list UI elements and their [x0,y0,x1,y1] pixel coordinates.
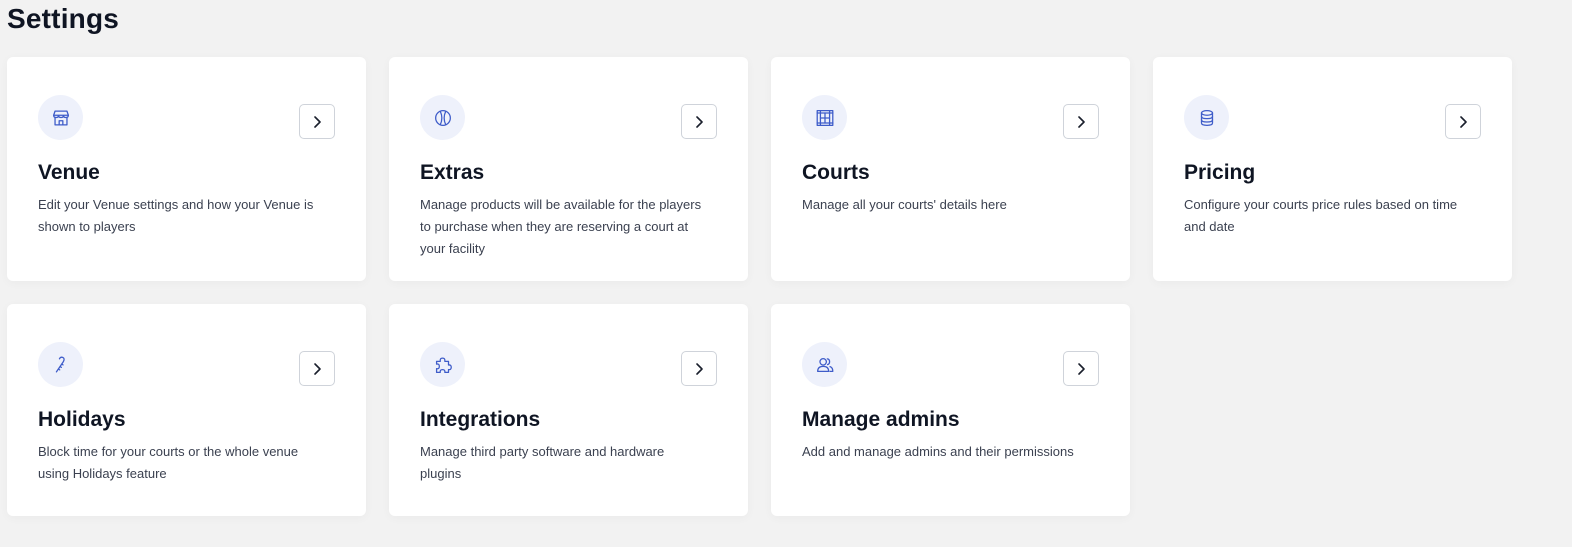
card-description: Configure your courts price rules based … [1184,197,1458,234]
card-title: Courts [802,161,870,184]
settings-card-extras[interactable]: Extras Manage products will be available… [389,57,748,281]
settings-card-pricing[interactable]: Pricing Configure your courts price rule… [1153,57,1512,281]
card-title: Holidays [38,408,126,431]
settings-card-venue[interactable]: Venue Edit your Venue settings and how y… [7,57,366,281]
card-description: Manage products will be available for th… [420,197,702,256]
card-description: Manage third party software and hardware… [420,444,665,481]
settings-card-integrations[interactable]: Integrations Manage third party software… [389,304,748,516]
chevron-right-icon [314,115,321,128]
settings-card-manage-admins[interactable]: Manage admins Add and manage admins and … [771,304,1130,516]
page-title: Settings [7,3,120,34]
chevron-right-icon [696,115,703,128]
chevron-right-icon [1078,115,1085,128]
chevron-right-icon [314,362,321,375]
card-title: Venue [38,161,100,184]
court-icon [802,95,847,140]
manage-admins-open-button[interactable] [1063,351,1099,386]
card-title: Pricing [1184,161,1256,184]
settings-card-holidays[interactable]: Holidays Block time for your courts or t… [7,304,366,516]
card-description: Manage all your courts' details here [802,197,1007,212]
chevron-right-icon [696,362,703,375]
card-title: Integrations [420,408,541,431]
card-title: Manage admins [802,408,960,431]
card-description: Add and manage admins and their permissi… [802,444,1074,459]
candy-cane-icon [38,342,83,387]
users-icon [802,342,847,387]
chevron-right-icon [1078,362,1085,375]
coins-icon [1184,95,1229,140]
holidays-open-button[interactable] [299,351,335,386]
chevron-right-icon [1460,115,1467,128]
pricing-open-button[interactable] [1445,104,1481,139]
settings-grid: Venue Edit your Venue settings and how y… [7,57,1512,516]
venue-open-button[interactable] [299,104,335,139]
extras-open-button[interactable] [681,104,717,139]
settings-card-courts[interactable]: Courts Manage all your courts' details h… [771,57,1130,281]
integrations-open-button[interactable] [681,351,717,386]
card-description: Edit your Venue settings and how your Ve… [38,197,314,234]
ball-icon [420,95,465,140]
puzzle-icon [420,342,465,387]
card-description: Block time for your courts or the whole … [38,444,299,481]
store-icon [38,95,83,140]
courts-open-button[interactable] [1063,104,1099,139]
card-title: Extras [420,161,485,184]
